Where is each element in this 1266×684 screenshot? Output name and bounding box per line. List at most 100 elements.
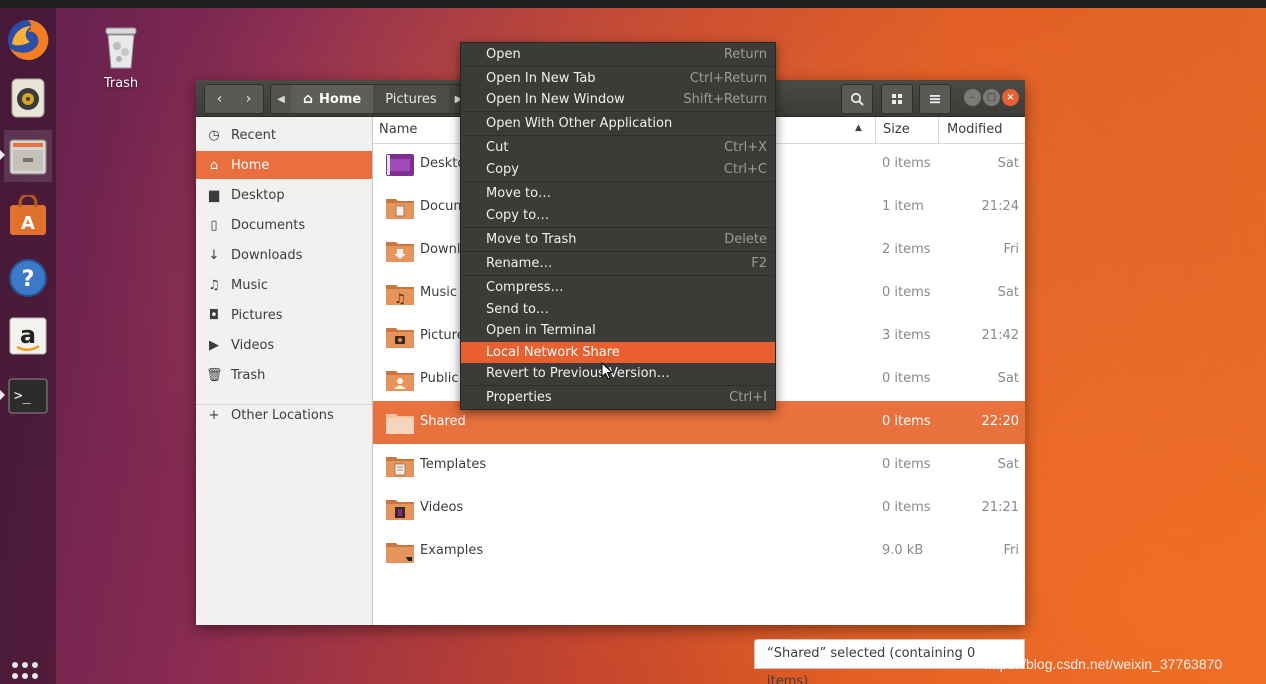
sidebar-item-label: Home xyxy=(231,157,270,173)
sidebar-item-recent[interactable]: ◷ Recent xyxy=(196,121,372,149)
menu-item-label: Local Network Share xyxy=(486,345,620,360)
sidebar-item-pictures[interactable]: ◘ Pictures xyxy=(196,301,372,329)
sidebar-item-downloads[interactable]: ↓ Downloads xyxy=(196,241,372,269)
table-row[interactable]: Videos 0 items 21:21 xyxy=(373,487,1025,530)
launcher-terminal[interactable]: >_ xyxy=(0,370,52,422)
sidebar-item-label: Desktop xyxy=(231,187,285,203)
file-modified: Fri xyxy=(1003,543,1020,558)
menu-item-open-with-other[interactable]: Open With Other Application xyxy=(461,113,775,134)
minimize-button[interactable]: – xyxy=(964,89,981,106)
close-icon: × xyxy=(1006,91,1015,103)
triangle-left-icon: ◀ xyxy=(277,93,285,105)
sidebar-item-other-locations[interactable]: + Other Locations xyxy=(196,401,372,429)
sort-ascending-icon: ▲ xyxy=(855,123,862,133)
plus-icon: + xyxy=(208,407,220,423)
svg-text:A: A xyxy=(21,213,35,234)
documents-folder-icon xyxy=(386,199,414,219)
menu-item-compress[interactable]: Compress… xyxy=(461,277,775,298)
menu-item-revert-previous-version[interactable]: Revert to Previous Version… xyxy=(461,363,775,384)
menu-item-label: Move to Trash xyxy=(486,232,577,247)
minimize-icon: – xyxy=(970,91,975,103)
launcher-rhythmbox[interactable] xyxy=(4,72,52,124)
folder-icon xyxy=(386,414,414,434)
home-icon: ⌂ xyxy=(303,91,314,107)
file-size: 0 items xyxy=(882,371,931,386)
sidebar-item-videos[interactable]: ▶ Videos xyxy=(196,331,372,359)
menu-item-local-network-share[interactable]: Local Network Share xyxy=(461,342,775,363)
trash-icon xyxy=(105,27,137,69)
path-pictures-label: Pictures xyxy=(385,91,437,107)
forward-button[interactable]: › xyxy=(234,91,263,107)
menu-item-label: Move to… xyxy=(486,186,552,201)
top-panel xyxy=(0,0,1266,8)
file-size: 0 items xyxy=(882,500,931,515)
table-row[interactable]: Templates 0 items Sat xyxy=(373,444,1025,487)
desktop-trash[interactable]: Trash xyxy=(92,24,150,91)
column-modified[interactable]: Modified xyxy=(938,117,1002,143)
chevron-right-icon: › xyxy=(245,91,252,107)
sidebar-item-label: Videos xyxy=(231,337,275,353)
show-applications-icon[interactable] xyxy=(12,662,42,684)
menu-item-copy[interactable]: Copy Ctrl+C xyxy=(461,159,775,180)
pictures-folder-icon xyxy=(386,328,414,348)
file-modified: Sat xyxy=(997,156,1019,171)
view-toggle-button[interactable] xyxy=(881,84,913,114)
launcher-firefox[interactable] xyxy=(4,14,52,66)
software-bag-icon: A xyxy=(10,195,46,235)
sidebar-item-music[interactable]: ♫ Music xyxy=(196,271,372,299)
sidebar-item-trash[interactable]: 🗑 Trash xyxy=(196,361,372,389)
menu-item-move-to[interactable]: Move to… xyxy=(461,183,775,204)
music-icon: ♫ xyxy=(208,277,220,293)
speaker-icon xyxy=(11,78,45,118)
file-size: 1 item xyxy=(882,199,924,214)
file-name: Templates xyxy=(420,457,487,472)
menu-item-label: Compress… xyxy=(486,280,564,295)
search-icon xyxy=(850,92,864,106)
launcher-help[interactable]: ? xyxy=(4,252,52,304)
menu-item-accel: Ctrl+Return xyxy=(689,71,767,86)
menu-item-copy-to[interactable]: Copy to… xyxy=(461,205,775,226)
launcher-files[interactable] xyxy=(0,130,52,182)
sidebar-item-desktop[interactable]: ▆ Desktop xyxy=(196,181,372,209)
menu-item-cut[interactable]: Cut Ctrl+X xyxy=(461,137,775,158)
menu-separator xyxy=(462,66,774,67)
mouse-pointer-icon xyxy=(601,362,613,380)
launcher-ubuntu-software[interactable]: A xyxy=(4,190,52,242)
menu-item-open-new-window[interactable]: Open In New Window Shift+Return xyxy=(461,89,775,110)
sidebar-item-documents[interactable]: ▯ Documents xyxy=(196,211,372,239)
menu-separator xyxy=(462,111,774,112)
path-home-button[interactable]: ⌂ Home xyxy=(291,85,374,113)
menu-item-open[interactable]: Open Return xyxy=(461,44,775,65)
column-size[interactable]: Size xyxy=(875,117,939,143)
file-size: 0 items xyxy=(882,285,931,300)
menu-item-move-to-trash[interactable]: Move to Trash Delete xyxy=(461,229,775,250)
table-row[interactable]: Examples 9.0 kB Fri xyxy=(373,530,1025,573)
launcher-amazon[interactable]: a xyxy=(4,310,52,362)
maximize-button[interactable]: □ xyxy=(983,89,1000,106)
menu-item-properties[interactable]: Properties Ctrl+I xyxy=(461,387,775,408)
menu-item-rename[interactable]: Rename… F2 xyxy=(461,253,775,274)
menu-item-label: Copy to… xyxy=(486,208,550,223)
column-name[interactable]: Name xyxy=(379,122,417,137)
menu-item-label: Open In New Tab xyxy=(486,71,596,86)
path-pictures-button[interactable]: Pictures xyxy=(373,85,449,113)
menu-item-accel: Shift+Return xyxy=(683,92,767,107)
search-button[interactable] xyxy=(841,84,873,114)
nav-buttons: ‹ › xyxy=(204,84,264,114)
path-scroll-left-button[interactable]: ◀ xyxy=(271,85,291,113)
menu-separator xyxy=(462,385,774,386)
desktop-folder-icon xyxy=(386,154,414,176)
menu-item-open-in-terminal[interactable]: Open in Terminal xyxy=(461,320,775,341)
close-button[interactable]: × xyxy=(1002,89,1019,106)
menu-item-accel: Return xyxy=(723,47,767,62)
menu-button[interactable] xyxy=(919,84,951,114)
sidebar-item-home[interactable]: ⌂ Home xyxy=(196,151,372,179)
file-size: 9.0 kB xyxy=(882,543,924,558)
menu-item-open-new-tab[interactable]: Open In New Tab Ctrl+Return xyxy=(461,68,775,89)
context-menu: Open Return Open In New Tab Ctrl+Return … xyxy=(460,42,776,410)
menu-separator xyxy=(462,181,774,182)
menu-item-send-to[interactable]: Send to… xyxy=(461,299,775,320)
back-button[interactable]: ‹ xyxy=(205,91,234,107)
videos-folder-icon xyxy=(386,500,414,520)
terminal-icon: >_ xyxy=(8,378,48,414)
